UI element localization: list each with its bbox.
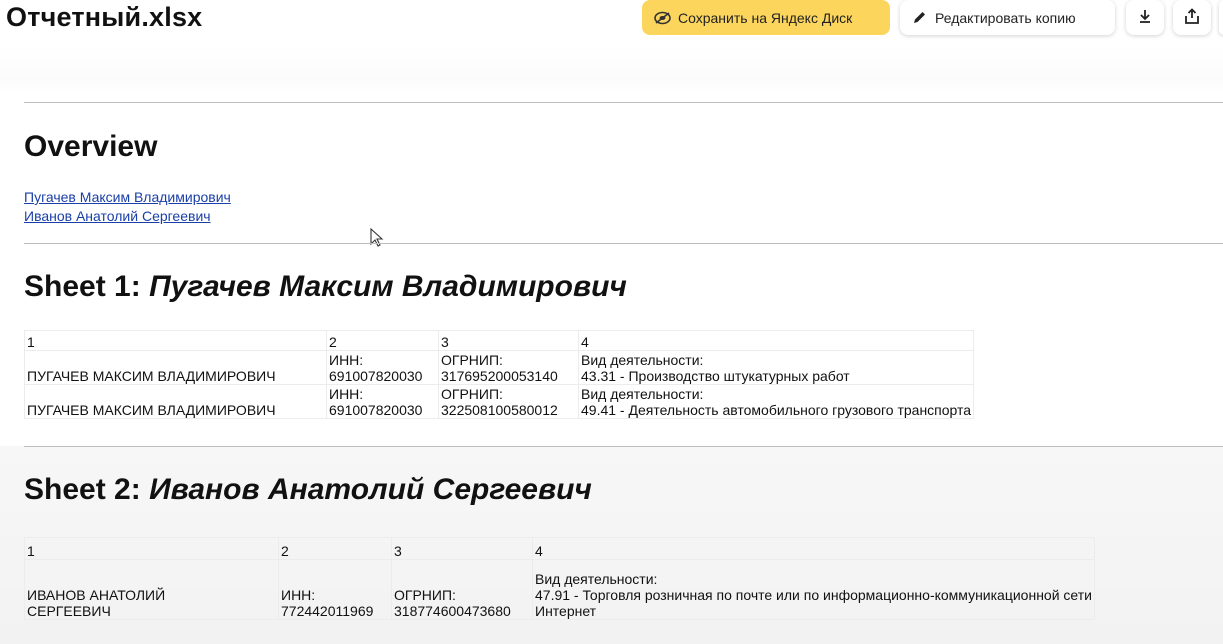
table-row: ИВАНОВ АНАТОЛИЙ СЕРГЕЕВИЧ ИНН: 77244201196… bbox=[24, 559, 1095, 620]
cell-value: СЕРГЕЕВИЧ bbox=[27, 603, 111, 619]
table-row: ПУГАЧЕВ МАКСИМ ВЛАДИМИРОВИЧ ИНН: 69100782… bbox=[24, 384, 975, 419]
disk-icon bbox=[654, 11, 671, 25]
overview-heading: Overview bbox=[24, 130, 158, 163]
table-cell: ОГРНИП: 317695200053140 bbox=[438, 350, 579, 385]
cell-value: 43.31 - Производство штукатурных работ bbox=[581, 368, 850, 384]
sheet1-prefix: Sheet 1: bbox=[24, 270, 141, 303]
table-cell: ИВАНОВ АНАТОЛИЙ СЕРГЕЕВИЧ bbox=[24, 559, 279, 620]
download-button[interactable] bbox=[1126, 0, 1164, 35]
column-header: 2 bbox=[278, 537, 392, 560]
cell-label: Вид деятельности: bbox=[535, 571, 658, 587]
cell-value: 691007820030 bbox=[329, 368, 423, 384]
column-header: 1 bbox=[24, 537, 279, 560]
edit-copy-button[interactable]: Редактировать копию bbox=[900, 0, 1115, 35]
column-header: 2 bbox=[326, 330, 439, 351]
table-cell: ИНН: 691007820030 bbox=[326, 350, 439, 385]
sheet2-table: 1 2 3 4 ИВАНОВ АНАТОЛИЙ СЕРГЕЕВИЧ ИНН: 772… bbox=[24, 537, 1095, 620]
column-header: 3 bbox=[391, 537, 533, 560]
cell-value: 772442011969 bbox=[281, 603, 374, 619]
cell-value: 317695200053140 bbox=[441, 368, 558, 384]
column-header: 4 bbox=[577, 330, 975, 351]
cell-label: ИНН: bbox=[329, 352, 364, 368]
table-cell: ПУГАЧЕВ МАКСИМ ВЛАДИМИРОВИЧ bbox=[24, 350, 327, 385]
share-icon bbox=[1184, 7, 1200, 28]
cell-value: 691007820030 bbox=[329, 402, 423, 418]
table-cell: ОГРНИП: 318774600473680 bbox=[391, 559, 533, 620]
divider bbox=[24, 446, 1223, 447]
edit-button-label: Редактировать копию bbox=[935, 9, 1076, 26]
cell-label: ОГРНИП: bbox=[394, 587, 456, 603]
cell-label: Вид деятельности: bbox=[581, 352, 704, 368]
top-bar: Отчетный.xlsx Сохранить на Яндекс Диск Р… bbox=[0, 0, 1223, 46]
table-cell: ПУГАЧЕВ МАКСИМ ВЛАДИМИРОВИЧ bbox=[24, 384, 327, 419]
download-icon bbox=[1138, 8, 1152, 27]
cell-label: ИНН: bbox=[281, 587, 316, 603]
table-cell: ОГРНИП: 322508100580012 bbox=[438, 384, 579, 419]
column-header: 4 bbox=[532, 537, 1095, 560]
table-row: ПУГАЧЕВ МАКСИМ ВЛАДИМИРОВИЧ ИНН: 69100782… bbox=[24, 350, 975, 385]
cell-label: ОГРНИП: bbox=[441, 352, 503, 368]
table-header-row: 1 2 3 4 bbox=[24, 330, 975, 351]
table-cell: Вид деятельности: 49.41 - Деятельность ав… bbox=[577, 384, 975, 419]
sheet1-table: 1 2 3 4 ПУГАЧЕВ МАКСИМ ВЛАДИМИРОВИЧ ИНН:… bbox=[24, 330, 975, 419]
cell-value: 322508100580012 bbox=[441, 402, 558, 418]
cell-value: 47.91 - Торговля розничная по почте или … bbox=[535, 587, 1092, 603]
sheet2-prefix: Sheet 2: bbox=[24, 473, 141, 506]
column-header: 1 bbox=[24, 330, 327, 351]
overview-link-sheet1[interactable]: Пугачев Максим Владимирович bbox=[24, 189, 231, 205]
table-cell: Вид деятельности: 47.91 - Торговля рознич… bbox=[532, 559, 1095, 620]
divider bbox=[24, 243, 1223, 244]
pencil-icon bbox=[912, 10, 927, 25]
table-cell: ИНН: 691007820030 bbox=[326, 384, 439, 419]
mouse-cursor-icon bbox=[370, 227, 386, 248]
save-to-disk-button[interactable]: Сохранить на Яндекс Диск bbox=[642, 0, 890, 35]
table-cell: ИНН: 772442011969 bbox=[278, 559, 392, 620]
file-title: Отчетный.xlsx bbox=[6, 2, 203, 32]
save-button-label: Сохранить на Яндекс Диск bbox=[678, 9, 853, 26]
table-cell: Вид деятельности: 43.31 - Производство шт… bbox=[577, 350, 975, 385]
sheet1-heading: Sheet 1: Пугачев Максим Владимирович bbox=[24, 270, 627, 304]
cell-label: Вид деятельности: bbox=[581, 386, 704, 402]
table-header-row: 1 2 3 4 bbox=[24, 537, 1095, 560]
sheet2-heading: Sheet 2: Иванов Анатолий Сергеевич bbox=[24, 473, 592, 507]
sheet1-name: Пугачев Максим Владимирович bbox=[149, 270, 627, 303]
sheet2-name: Иванов Анатолий Сергеевич bbox=[149, 473, 592, 506]
more-button[interactable] bbox=[1219, 0, 1223, 35]
column-header: 3 bbox=[438, 330, 579, 351]
cell-label: ОГРНИП: bbox=[441, 386, 503, 402]
cell-label: ИНН: bbox=[329, 386, 364, 402]
cell-value: 49.41 - Деятельность автомобильного груз… bbox=[581, 402, 972, 418]
cell-value: ИВАНОВ АНАТОЛИЙ bbox=[27, 587, 166, 603]
share-button[interactable] bbox=[1173, 0, 1211, 35]
cell-value: Интернет bbox=[535, 603, 597, 619]
cell-value: 318774600473680 bbox=[394, 603, 511, 619]
overview-link-sheet2[interactable]: Иванов Анатолий Сергеевич bbox=[24, 208, 211, 224]
divider bbox=[24, 102, 1223, 103]
